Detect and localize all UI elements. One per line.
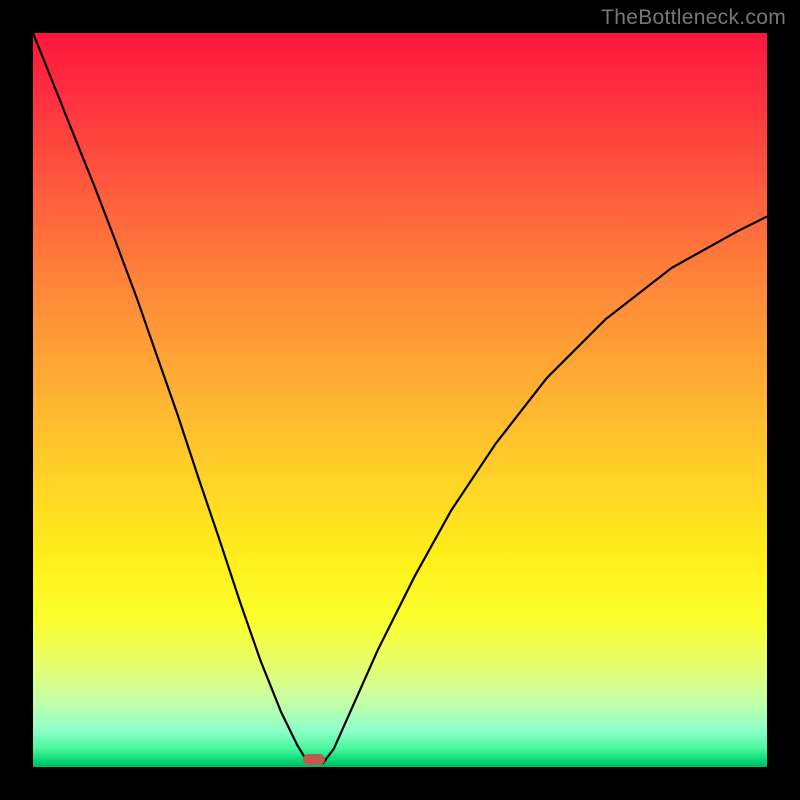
chart-frame: TheBottleneck.com [0,0,800,800]
bottleneck-marker [303,754,325,765]
watermark-text: TheBottleneck.com [601,6,786,30]
plot-area [33,33,767,767]
bottleneck-curve [33,33,767,767]
